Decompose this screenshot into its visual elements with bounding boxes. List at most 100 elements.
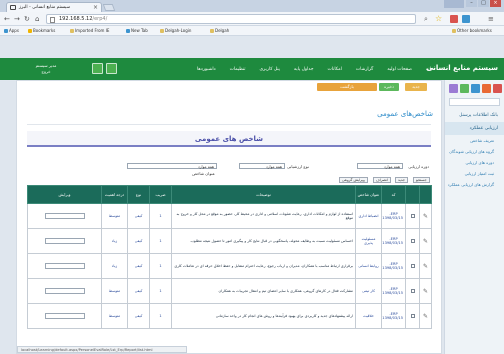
edit-icon[interactable]: ✎ xyxy=(419,303,432,329)
bookmark-star-icon[interactable]: ☆ xyxy=(435,15,443,23)
row-checkbox-box[interactable] xyxy=(410,238,415,243)
col-header-level[interactable]: درجه اهمیت xyxy=(101,185,128,204)
tab-cancel[interactable]: انصراف xyxy=(373,177,391,183)
new-tab-button[interactable] xyxy=(102,4,116,11)
col-header-desc[interactable]: توضیحات xyxy=(171,185,356,204)
value-dropdown[interactable] xyxy=(44,287,85,294)
url-input[interactable]: 192.168.5.12/erp4/ xyxy=(46,14,416,24)
filter-index-select[interactable]: همه موارد xyxy=(127,163,217,169)
cell-value-select[interactable] xyxy=(27,303,102,329)
col-header-select[interactable] xyxy=(405,185,420,204)
sidebar-item-personnel-bank[interactable]: بانک اطلاعات پرسنل xyxy=(445,109,504,122)
browser-tab[interactable]: سیستم منابع انسانی - البرز × xyxy=(6,2,102,12)
bookmark-other[interactable]: Other bookmarks xyxy=(452,26,492,36)
filter-type-select[interactable]: همه موارد xyxy=(239,163,285,169)
tile-red-icon[interactable] xyxy=(493,84,502,93)
bookmark-delgah-login[interactable]: Delgah-Login xyxy=(160,26,191,36)
sidebar-item-define-index[interactable]: تعریف شاخص xyxy=(445,135,504,146)
col-header-type[interactable]: نوع xyxy=(127,185,150,204)
cell-value-select[interactable] xyxy=(27,228,102,254)
row-checkbox-box[interactable] xyxy=(410,288,415,293)
user-box[interactable]: مدیر سیستم خروج xyxy=(28,61,64,77)
table-row[interactable]: ✎ ERP- 1398/03/15 روابط انسانی برقراری ارتبا… xyxy=(27,253,432,279)
col-header-short[interactable]: عنوان شاخص xyxy=(355,185,382,204)
section-title: شاخص های عمومی xyxy=(27,131,431,147)
sidebar-item-periods[interactable]: دوره های ارزیابی xyxy=(445,157,504,168)
logout-link[interactable]: خروج xyxy=(28,69,64,75)
menu-icon[interactable]: ≡ xyxy=(488,15,496,23)
tab-new[interactable]: جدید xyxy=(395,177,408,183)
nav-item-reports[interactable]: گزارشات xyxy=(349,67,380,72)
bookmark-apps[interactable]: Apps xyxy=(4,26,19,36)
save-button[interactable]: ذخیره xyxy=(379,83,399,91)
row-checkbox-box[interactable] xyxy=(410,213,415,218)
nav-item-user-panel[interactable]: پنل کاربری xyxy=(253,67,287,72)
extension-red-icon[interactable] xyxy=(450,15,458,23)
row-checkbox[interactable] xyxy=(405,203,420,229)
sidebar-item-performance[interactable]: ارزیابی عملکرد xyxy=(445,122,504,135)
sidebar-item-groups[interactable]: گروه های ارزیابی شوندگان xyxy=(445,146,504,157)
value-dropdown[interactable] xyxy=(44,237,85,244)
cell-value-select[interactable] xyxy=(27,253,102,279)
forward-arrow-icon[interactable]: → xyxy=(14,15,20,23)
search-icon[interactable]: ⌕ xyxy=(424,15,432,23)
nav-item-settings[interactable]: تنظیمات xyxy=(223,67,253,72)
nav-item-base-tables[interactable]: جداول پایه xyxy=(287,67,321,72)
row-checkbox[interactable] xyxy=(405,278,420,304)
minimize-icon[interactable]: – xyxy=(466,0,477,7)
col-header-weight[interactable]: ضریب xyxy=(149,185,172,204)
extension-blue-icon[interactable] xyxy=(462,15,470,23)
value-dropdown[interactable] xyxy=(44,312,85,319)
table-row[interactable]: ✎ ERP- 1398/03/15 مسئولیت پذیری احساس مسئولی… xyxy=(27,228,432,254)
nav-item-initial[interactable]: صفحات اولیه xyxy=(380,67,419,72)
edit-icon[interactable]: ✎ xyxy=(419,253,432,279)
table-row[interactable]: ✎ ERP- 1398/03/15 خلاقیت ارائه پیشنهادهای جد… xyxy=(27,303,432,329)
bookmark-imported[interactable]: Imported From IE xyxy=(70,26,109,36)
sidebar-search-input[interactable] xyxy=(449,98,500,106)
tab-search[interactable]: جستجو xyxy=(413,177,430,183)
nav-item-features[interactable]: امکانات xyxy=(320,67,348,72)
close-tab-icon[interactable]: × xyxy=(93,3,98,12)
sidebar-item-score-entry[interactable]: ثبت امتیاز ارزیابی xyxy=(445,168,504,179)
cell-value-select[interactable] xyxy=(27,278,102,304)
filter-period-select[interactable]: همه موارد xyxy=(357,163,403,169)
grid-icon[interactable] xyxy=(92,63,103,74)
edit-icon[interactable]: ✎ xyxy=(419,203,432,229)
bookmark-new-tab[interactable]: New Tab xyxy=(126,26,148,36)
edit-icon[interactable]: ✎ xyxy=(419,278,432,304)
reload-icon[interactable]: ↻ xyxy=(24,15,30,23)
tile-green-icon[interactable] xyxy=(460,84,469,93)
address-bar: ← → ↻ ⌂ 192.168.5.12/erp4/ ⌕ ☆ ≡ xyxy=(0,12,504,26)
cell-value-select[interactable] xyxy=(27,203,102,229)
bookmark-bookmarks[interactable]: Bookmarks xyxy=(28,26,55,36)
col-header-code[interactable]: کد xyxy=(381,185,406,204)
home-icon[interactable]: ⌂ xyxy=(35,15,39,23)
edit-icon[interactable]: ✎ xyxy=(419,228,432,254)
value-dropdown[interactable] xyxy=(44,212,85,219)
tile-orange-icon[interactable] xyxy=(482,84,491,93)
table-row[interactable]: ✎ ERP- 1398/03/15 انضباط اداری استفاده از لو… xyxy=(27,203,432,229)
row-checkbox[interactable] xyxy=(405,228,420,254)
window-close-icon[interactable]: × xyxy=(490,0,501,7)
tile-purple-icon[interactable] xyxy=(449,84,458,93)
tile-blue-icon[interactable] xyxy=(471,84,480,93)
back-arrow-icon[interactable]: ← xyxy=(4,15,10,23)
nav-item-dashboards[interactable]: داشبوردها xyxy=(190,67,223,72)
row-checkbox[interactable] xyxy=(405,253,420,279)
col-header-value[interactable]: ویرایش xyxy=(27,185,102,204)
value-dropdown[interactable] xyxy=(44,262,85,269)
bookmark-delgah[interactable]: Delgah xyxy=(210,26,229,36)
row-checkbox-box[interactable] xyxy=(410,263,415,268)
profile-badge[interactable] xyxy=(444,0,464,8)
new-button[interactable]: جدید xyxy=(405,83,427,91)
row-checkbox-box[interactable] xyxy=(410,313,415,318)
row-checkbox[interactable] xyxy=(405,303,420,329)
apps-icon[interactable] xyxy=(106,63,117,74)
tab-group-edit[interactable]: ویرایش گروهی xyxy=(339,177,368,183)
cell-weight-text: 1 xyxy=(159,264,162,268)
maximize-icon[interactable]: □ xyxy=(478,0,489,7)
back-button[interactable]: بازگشت xyxy=(317,83,377,91)
table-row[interactable]: ✎ ERP- 1398/03/15 کار تیمی مشارکت فعال در کا… xyxy=(27,278,432,304)
nav-item-home[interactable]: خانه xyxy=(419,67,441,72)
sidebar-item-eval-reports[interactable]: گزارش های ارزیابی عملکرد xyxy=(445,179,504,190)
